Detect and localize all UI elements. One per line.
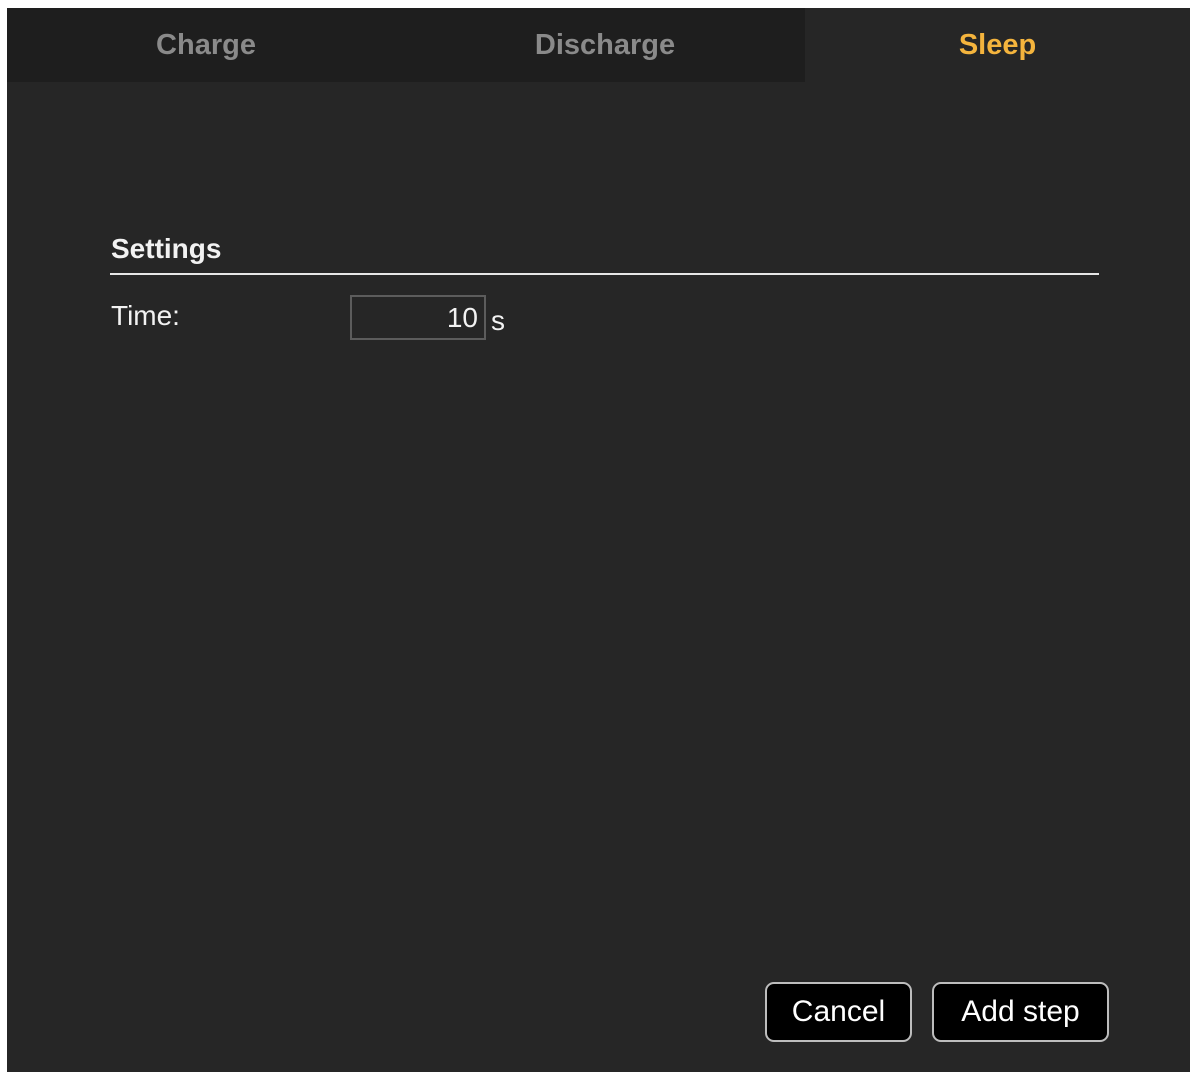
tab-sleep[interactable]: Sleep: [805, 8, 1190, 82]
add-step-button[interactable]: Add step: [932, 982, 1109, 1042]
time-input[interactable]: [350, 295, 486, 340]
settings-divider: [110, 273, 1099, 275]
step-editor-panel: Charge Discharge Sleep Settings Time: s …: [7, 8, 1190, 1072]
tab-charge[interactable]: Charge: [7, 8, 405, 82]
settings-heading: Settings: [111, 233, 222, 264]
time-label: Time:: [111, 300, 180, 331]
time-unit-label: s: [491, 305, 505, 336]
cancel-button[interactable]: Cancel: [765, 982, 912, 1042]
tab-discharge[interactable]: Discharge: [405, 8, 805, 82]
step-type-tabs: Charge Discharge Sleep: [7, 8, 1190, 82]
